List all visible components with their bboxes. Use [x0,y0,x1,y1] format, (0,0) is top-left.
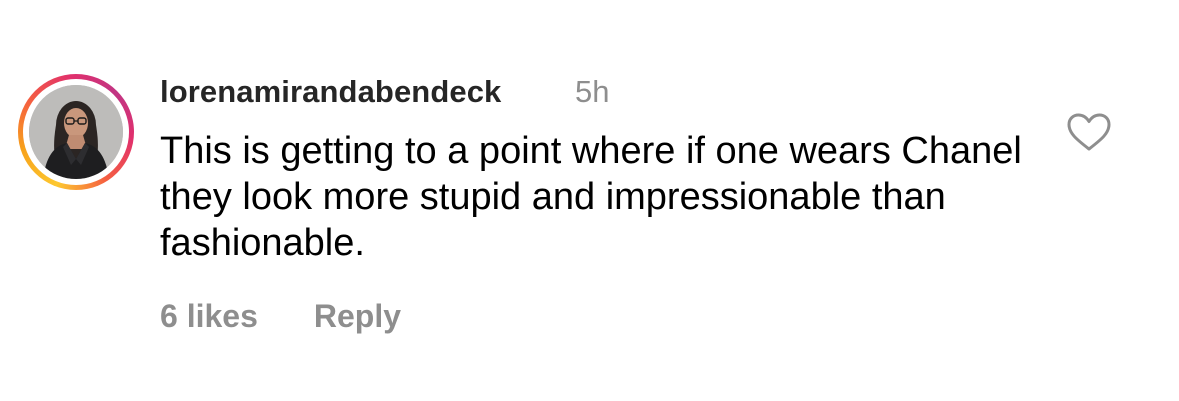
avatar-photo [29,85,123,179]
reply-button[interactable]: Reply [314,298,401,335]
comment-username[interactable]: lorenamirandabendeck [160,74,501,110]
heart-outline-icon [1067,113,1111,151]
avatar-ring-gap [23,79,129,185]
comment: lorenamirandabendeck 5h This is getting … [0,0,1179,401]
likes-count-link[interactable]: 6 likes [160,298,258,335]
comment-actions: 6 likes Reply [160,298,401,335]
avatar[interactable] [29,85,123,179]
avatar-story-ring[interactable] [18,74,134,190]
comment-timestamp: 5h [575,74,610,109]
comment-text: This is getting to a point where if one … [160,130,1022,264]
like-button[interactable] [1066,112,1112,152]
